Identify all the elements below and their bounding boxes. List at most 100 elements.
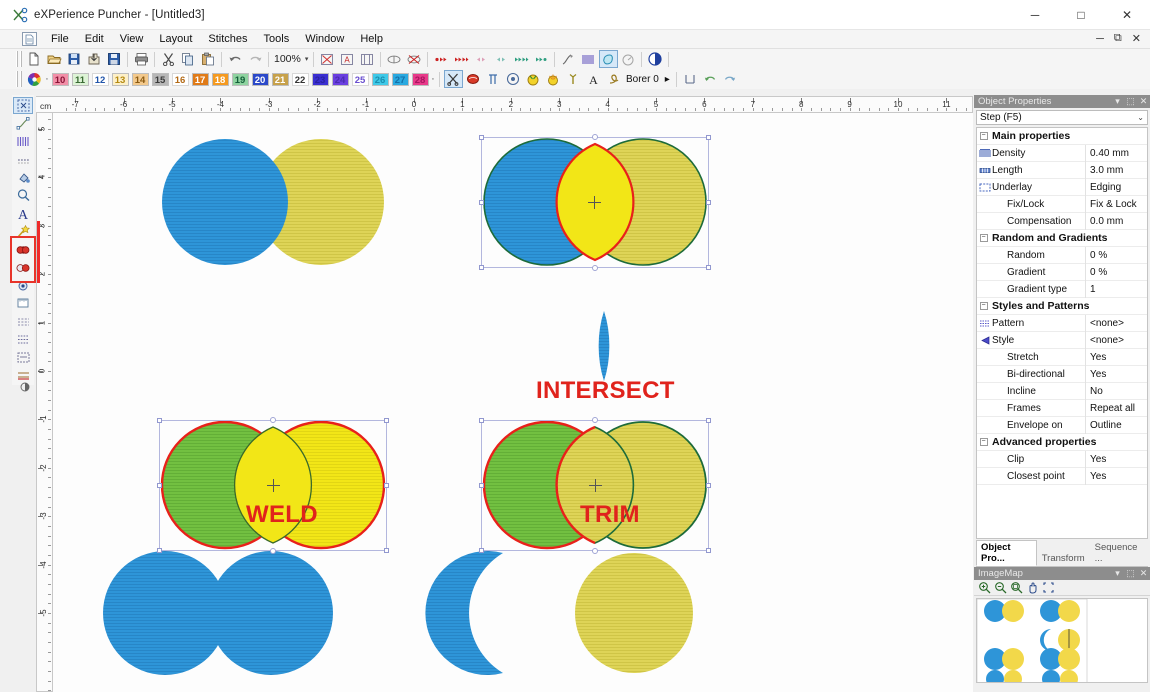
palette-grip[interactable] (16, 71, 22, 87)
fill-tool[interactable] (13, 169, 33, 186)
stitch-points-green-button[interactable] (512, 50, 531, 68)
needle-tool-button[interactable] (564, 70, 583, 88)
color-chip-23[interactable]: 23 (311, 72, 329, 86)
stitch-point-teal-button[interactable] (492, 50, 511, 68)
property-value[interactable]: <none> (1085, 331, 1147, 349)
weld-tool[interactable] (13, 241, 33, 258)
zoom-in-icon[interactable] (977, 581, 991, 595)
handle-tr[interactable] (384, 418, 389, 423)
imagemap-preview[interactable] (976, 598, 1148, 683)
rotate-handle-t[interactable] (592, 134, 598, 140)
color-chip-11[interactable]: 11 (71, 72, 89, 86)
color-chip-17[interactable]: 17 (191, 72, 209, 86)
property-row[interactable]: Frames Repeat all (977, 399, 1147, 417)
property-value[interactable]: 0.40 mm (1085, 144, 1147, 162)
handle-tl[interactable] (479, 418, 484, 423)
property-group-header[interactable]: − Main properties (977, 128, 1147, 145)
color-chip-16[interactable]: 16 (171, 72, 189, 86)
stitch-point-red-button[interactable] (432, 50, 451, 68)
zoom-level-combo[interactable]: 100% ▾ (272, 51, 310, 68)
menu-edit[interactable]: Edit (77, 31, 112, 47)
close-button[interactable]: ✕ (1104, 0, 1150, 30)
design-canvas[interactable]: INTERSECT WELD TRIM (53, 113, 973, 692)
handle-bl[interactable] (157, 548, 162, 553)
pin-icon[interactable]: ⬚ (1124, 96, 1137, 107)
menu-layout[interactable]: Layout (151, 31, 200, 47)
property-row[interactable]: Random 0 % (977, 246, 1147, 264)
color-chip-19[interactable]: 19 (231, 72, 249, 86)
property-row[interactable]: Style <none> (977, 331, 1147, 349)
property-row[interactable]: Compensation 0.0 mm (977, 212, 1147, 230)
mdi-close-button[interactable]: ✕ (1129, 32, 1144, 45)
contrast-tool-button[interactable] (646, 50, 665, 68)
import-button[interactable] (85, 50, 104, 68)
menu-file[interactable]: File (43, 31, 77, 47)
horizontal-ruler[interactable]: cm -7 -6 -5 -4 -3 -2 -1 0 1 2 3 4 5 6 7 8 9 10 11 (36, 96, 973, 113)
property-value[interactable]: Yes (1085, 450, 1147, 468)
property-row[interactable]: Closest point Yes (977, 467, 1147, 485)
property-row[interactable]: Length 3.0 mm (977, 161, 1147, 179)
collapse-toggle-icon[interactable]: − (977, 302, 990, 310)
property-row[interactable]: Stretch Yes (977, 348, 1147, 366)
property-group-header[interactable]: − Random and Gradients (977, 230, 1147, 247)
handle-br[interactable] (384, 548, 389, 553)
handle-r[interactable] (706, 200, 711, 205)
zoom-fit-icon[interactable] (1009, 581, 1023, 595)
rotate-handle-t[interactable] (270, 417, 276, 423)
intersect-tool[interactable] (13, 259, 33, 276)
close-icon[interactable]: ✕ (1137, 568, 1150, 579)
color-wheel-icon[interactable] (25, 70, 44, 88)
open-design-button[interactable] (65, 50, 84, 68)
property-list[interactable]: − Main properties Density 0.40 mm Length 3.0 … (976, 127, 1148, 539)
copy-button[interactable] (179, 50, 198, 68)
color-chip-24[interactable]: 24 (331, 72, 349, 86)
zoom-out-icon[interactable] (993, 581, 1007, 595)
handle-l[interactable] (479, 200, 484, 205)
menu-help[interactable]: Help (352, 31, 391, 47)
show-connectors-button[interactable] (385, 50, 404, 68)
property-row[interactable]: Clip Yes (977, 450, 1147, 468)
chevron-down-icon[interactable]: ▾ (1111, 568, 1124, 579)
property-value[interactable]: Edging (1085, 178, 1147, 196)
stitch-points-green2-button[interactable] (532, 50, 551, 68)
property-value[interactable]: Fix & Lock (1085, 195, 1147, 213)
property-row[interactable]: Gradient 0 % (977, 263, 1147, 281)
rotate-handle-t[interactable] (592, 417, 598, 423)
borer-caret-icon[interactable]: ▸ (662, 74, 673, 85)
color-chip-26[interactable]: 26 (371, 72, 389, 86)
handle-tl[interactable] (479, 135, 484, 140)
property-row[interactable]: Incline No (977, 382, 1147, 400)
pen-tool-button[interactable] (559, 50, 578, 68)
property-value[interactable]: Yes (1085, 467, 1147, 485)
property-value[interactable]: Yes (1085, 348, 1147, 366)
redo-button[interactable] (246, 50, 265, 68)
mdi-minimize-button[interactable]: ─ (1093, 33, 1107, 45)
object-type-combo[interactable]: Step (F5) ⌄ (976, 110, 1148, 125)
trim-tool[interactable] (13, 277, 33, 294)
satin-column-tool[interactable] (13, 133, 33, 150)
property-value[interactable]: 0 % (1085, 246, 1147, 264)
motif-fill-tool[interactable] (13, 331, 33, 348)
needle-up-button[interactable] (484, 70, 503, 88)
pattern-run-tool[interactable] (13, 313, 33, 330)
collapse-toggle-icon[interactable]: − (977, 132, 990, 140)
undo-button[interactable] (226, 50, 245, 68)
property-value[interactable]: 0.0 mm (1085, 212, 1147, 230)
color-chip-21[interactable]: 21 (271, 72, 289, 86)
handle-br[interactable] (706, 265, 711, 270)
toolbar-grip[interactable] (16, 51, 22, 67)
shape-tool-button[interactable] (598, 50, 618, 68)
stitch-points-red-button[interactable] (452, 50, 471, 68)
property-row[interactable]: Underlay Edging (977, 178, 1147, 196)
hoop-button[interactable] (504, 70, 523, 88)
menu-stitches[interactable]: Stitches (200, 31, 255, 47)
property-value[interactable]: Outline (1085, 416, 1147, 434)
print-button[interactable] (132, 50, 151, 68)
maximize-button[interactable]: □ (1058, 0, 1104, 30)
document-icon[interactable] (22, 32, 37, 46)
magnify-tool[interactable] (13, 187, 33, 204)
show-3d-button[interactable] (358, 50, 377, 68)
sequin2-button[interactable] (544, 70, 563, 88)
handle-l[interactable] (479, 483, 484, 488)
pan-hand-icon[interactable] (1025, 581, 1039, 595)
